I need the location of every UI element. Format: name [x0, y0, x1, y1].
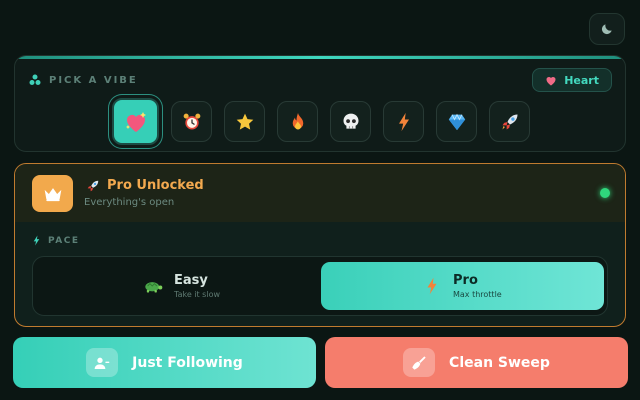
shapes-icon: [29, 74, 41, 85]
clean-sweep-label: Clean Sweep: [449, 354, 550, 371]
vibe-header: PICK A VIBE: [29, 74, 138, 86]
fire-icon: [292, 112, 303, 129]
vibe-option-gem[interactable]: [436, 101, 477, 142]
status-indicator: [600, 188, 610, 198]
vibe-option-skull[interactable]: [330, 101, 371, 142]
pro-title-row: Pro Unlocked: [86, 178, 204, 193]
lightning-icon: [33, 235, 40, 246]
pace-option-label: Pro: [453, 273, 478, 288]
vibe-title: PICK A VIBE: [49, 74, 138, 86]
selected-vibe-chip[interactable]: Heart: [532, 68, 612, 92]
follow-icon-box: [86, 348, 119, 377]
pace-option-desc: Max throttle: [453, 290, 502, 299]
theme-toggle-button[interactable]: [589, 13, 625, 45]
moon-icon: [601, 24, 612, 35]
gem-icon: [448, 113, 465, 130]
just-following-label: Just Following: [132, 354, 243, 371]
crown-badge: [32, 175, 73, 212]
vibe-option-fire[interactable]: [277, 101, 318, 142]
vibe-option-heart[interactable]: [112, 98, 159, 145]
pace-selector: Easy Take it slow Pro Max throttle: [32, 256, 608, 316]
pace-title: PACE: [48, 235, 80, 246]
pro-card: Pro Unlocked Everything's open PACE Easy: [14, 163, 626, 327]
vibe-option-star[interactable]: [224, 101, 265, 142]
broom-icon: [412, 355, 426, 370]
lightning-icon: [398, 112, 409, 131]
pro-subtitle: Everything's open: [84, 197, 175, 208]
rocket-icon: [502, 114, 517, 129]
rocket-icon: [87, 180, 99, 191]
heart-icon: [546, 76, 556, 85]
just-following-button[interactable]: Just Following: [13, 337, 316, 388]
pro-title: Pro Unlocked: [107, 178, 204, 193]
star-icon: [236, 113, 253, 130]
pace-option-easy[interactable]: Easy Take it slow: [39, 262, 319, 310]
pace-option-pro[interactable]: Pro Max throttle: [321, 262, 604, 310]
turtle-icon: [145, 282, 163, 293]
user-minus-icon: [94, 357, 110, 369]
sweep-icon-box: [403, 348, 436, 377]
vibe-option-alarm[interactable]: [171, 101, 212, 142]
lightning-icon: [427, 277, 437, 295]
heart-sparkle-icon: [125, 111, 146, 132]
vibe-card: PICK A VIBE Heart: [14, 55, 626, 152]
alarm-clock-icon: [183, 113, 200, 129]
vibe-options: [112, 98, 530, 145]
pace-option-label: Easy: [174, 273, 208, 288]
pro-status-banner: Pro Unlocked Everything's open: [15, 164, 625, 222]
clean-sweep-button[interactable]: Clean Sweep: [325, 337, 628, 388]
crown-icon: [44, 187, 61, 201]
skull-icon: [343, 113, 358, 129]
pace-header: PACE: [32, 235, 80, 246]
selected-vibe-label: Heart: [564, 73, 599, 87]
vibe-option-lightning[interactable]: [383, 101, 424, 142]
vibe-option-rocket[interactable]: [489, 101, 530, 142]
pace-option-desc: Take it slow: [174, 290, 221, 299]
